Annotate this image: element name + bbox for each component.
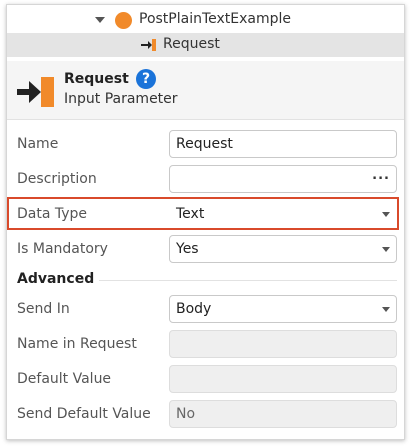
send-in-label: Send In bbox=[17, 301, 70, 317]
element-title: Request bbox=[64, 71, 129, 87]
description-label: Description bbox=[17, 171, 97, 187]
send-default-value-input: No bbox=[169, 400, 397, 428]
caret-down-icon[interactable] bbox=[95, 17, 105, 23]
property-row-send-default-value: Send Default Value No bbox=[7, 397, 404, 432]
ellipsis-button[interactable]: ... bbox=[372, 168, 390, 183]
element-header: Request ? Input Parameter bbox=[7, 61, 404, 120]
is-mandatory-select[interactable]: Yes bbox=[169, 235, 397, 263]
send-default-value-label: Send Default Value bbox=[17, 406, 151, 422]
tree-item-selected[interactable]: Request bbox=[7, 33, 404, 57]
properties-panel: PostPlainTextExample Request Request ? I… bbox=[6, 4, 405, 440]
help-icon[interactable]: ? bbox=[136, 69, 156, 89]
default-value-label: Default Value bbox=[17, 371, 112, 387]
property-row-description: Description ... bbox=[7, 162, 404, 197]
name-label: Name bbox=[17, 136, 59, 152]
data-type-value: Text bbox=[176, 206, 205, 222]
property-row-name-in-request: Name in Request bbox=[7, 327, 404, 362]
is-mandatory-value: Yes bbox=[176, 241, 199, 257]
chevron-down-icon bbox=[382, 307, 390, 312]
description-input[interactable]: ... bbox=[169, 165, 397, 193]
name-in-request-label: Name in Request bbox=[17, 336, 137, 352]
property-row-is-mandatory: Is Mandatory Yes bbox=[7, 232, 404, 267]
send-default-value-value: No bbox=[176, 406, 196, 422]
default-value-input bbox=[169, 365, 397, 393]
data-type-select[interactable]: Text bbox=[169, 200, 397, 228]
property-row-send-in: Send In Body bbox=[7, 292, 404, 327]
input-parameter-icon bbox=[17, 77, 54, 107]
name-value: Request bbox=[176, 136, 233, 152]
tree-item-parent-label: PostPlainTextExample bbox=[139, 11, 292, 27]
name-in-request-input bbox=[169, 330, 397, 358]
input-parameter-icon bbox=[141, 39, 156, 51]
property-row-data-type: Data Type Text bbox=[7, 197, 404, 232]
send-in-select[interactable]: Body bbox=[169, 295, 397, 323]
property-row-name: Name Request bbox=[7, 127, 404, 162]
data-type-label: Data Type bbox=[17, 206, 88, 222]
send-in-value: Body bbox=[176, 301, 212, 317]
property-row-default-value: Default Value bbox=[7, 362, 404, 397]
section-advanced: Advanced bbox=[17, 271, 95, 287]
name-input[interactable]: Request bbox=[169, 130, 397, 158]
element-type: Input Parameter bbox=[64, 91, 178, 107]
orange-circle-icon bbox=[115, 12, 132, 29]
chevron-down-icon bbox=[382, 212, 390, 217]
section-divider bbox=[99, 280, 397, 281]
chevron-down-icon bbox=[382, 247, 390, 252]
tree-item-selected-label: Request bbox=[163, 36, 220, 52]
tree-item-parent[interactable]: PostPlainTextExample bbox=[7, 8, 404, 32]
is-mandatory-label: Is Mandatory bbox=[17, 241, 108, 257]
